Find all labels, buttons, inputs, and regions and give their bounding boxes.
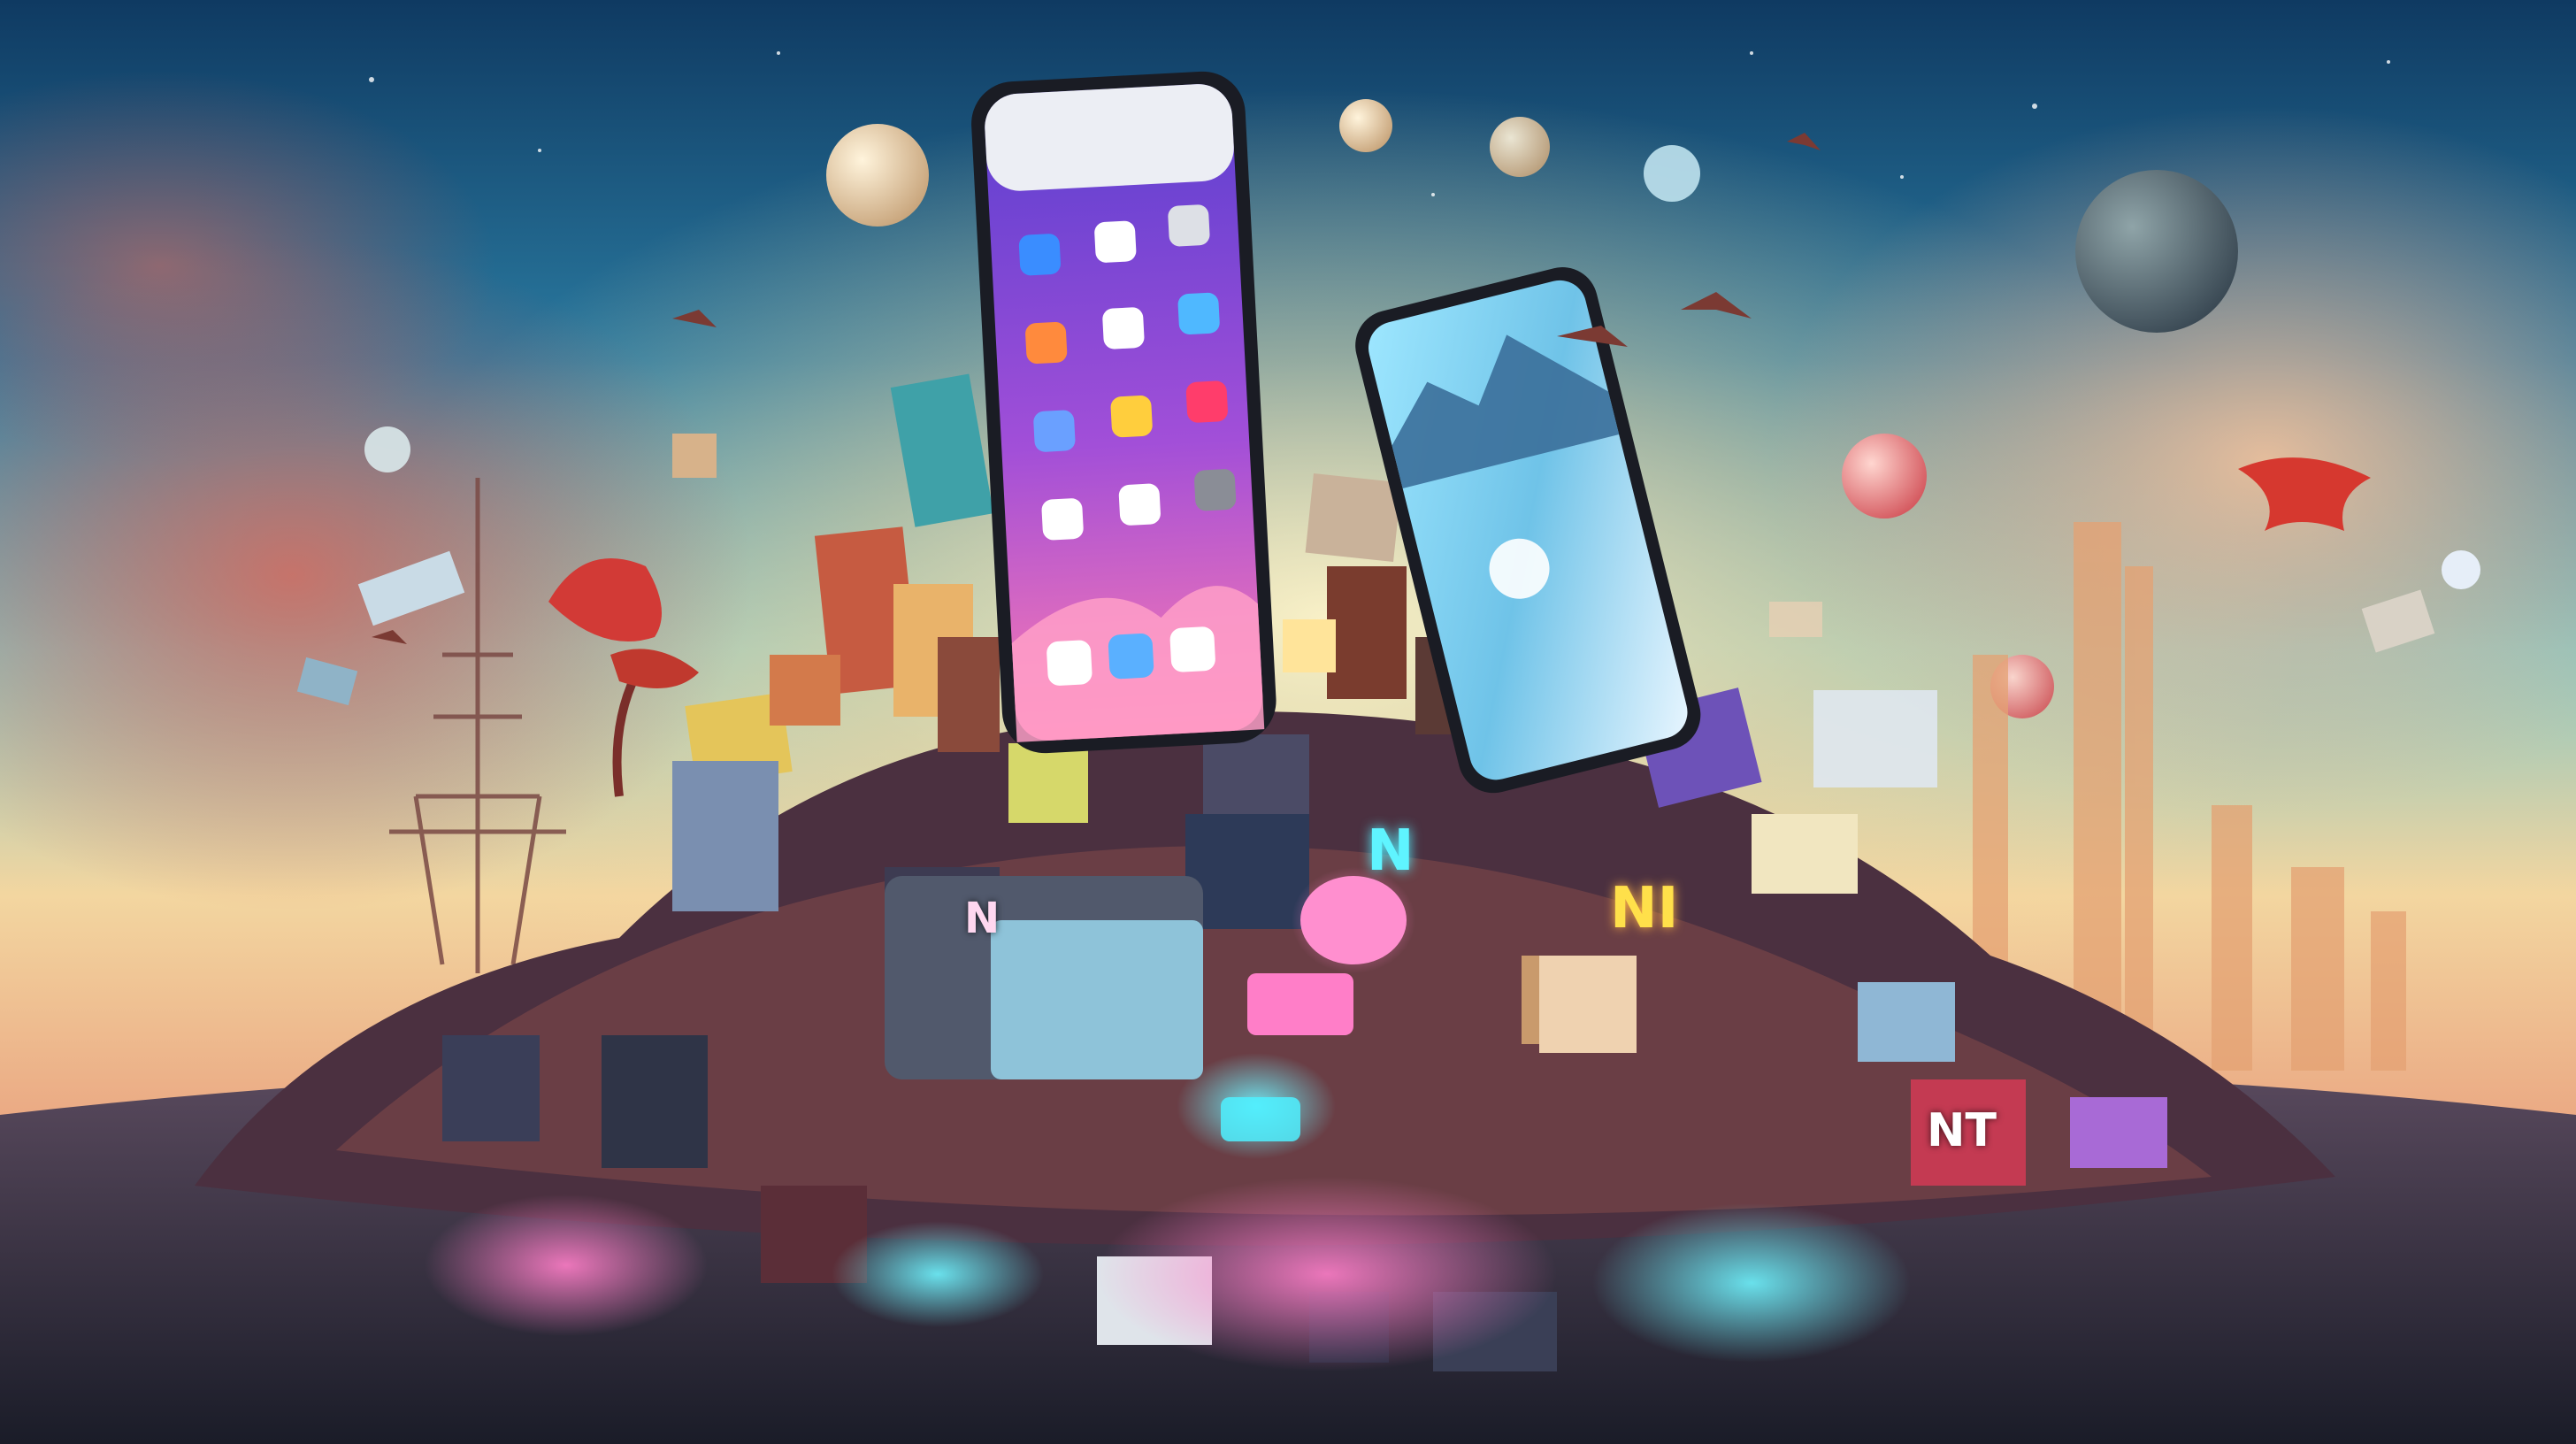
- main-smartphone: [971, 71, 1276, 754]
- cyan-neon-sign: [1221, 1097, 1300, 1141]
- scene-illustration: [0, 0, 2576, 1444]
- pink-neon-sign: [1247, 973, 1353, 1035]
- center-monitor: [885, 876, 1203, 1079]
- pink-neon-badge: [1300, 876, 1407, 964]
